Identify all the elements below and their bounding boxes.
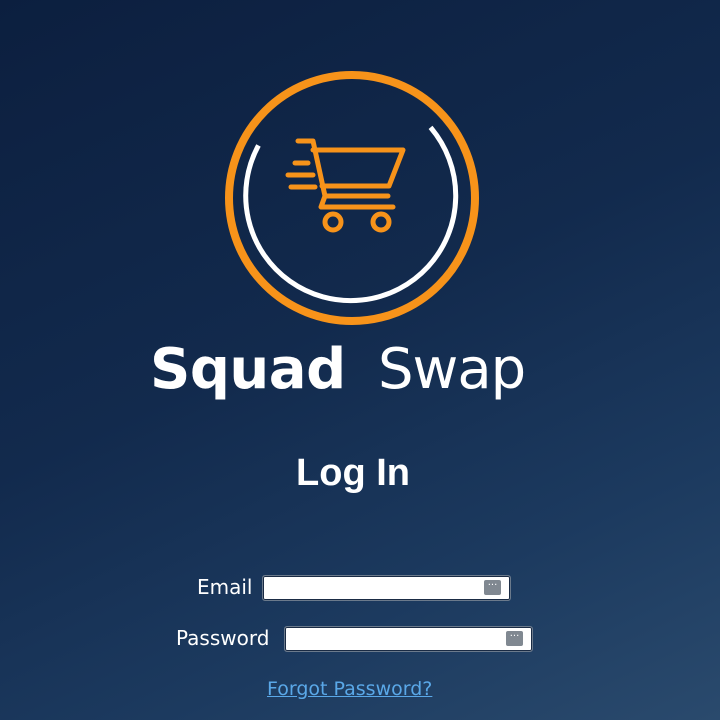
forgot-password-link[interactable]: Forgot Password? <box>267 677 432 701</box>
password-field-wrapper: ··· <box>284 626 533 652</box>
password-row: Password ··· <box>0 626 720 654</box>
email-label: Email <box>197 575 253 599</box>
brand-name-light: Swap <box>378 337 526 402</box>
autofill-key-icon[interactable]: ··· <box>506 631 523 646</box>
shopping-cart-logo-icon <box>225 71 479 325</box>
page-title: Log In <box>296 452 410 494</box>
email-field-wrapper: ··· <box>262 575 511 601</box>
password-label: Password <box>176 626 270 650</box>
email-row: Email ··· <box>0 575 720 603</box>
email-field[interactable] <box>263 576 510 600</box>
brand-wordmark: Squad Swap <box>0 334 720 414</box>
brand-logo <box>225 68 481 328</box>
password-field[interactable] <box>285 627 532 651</box>
autofill-key-icon[interactable]: ··· <box>484 580 501 595</box>
brand-name-bold: Squad <box>150 337 346 402</box>
